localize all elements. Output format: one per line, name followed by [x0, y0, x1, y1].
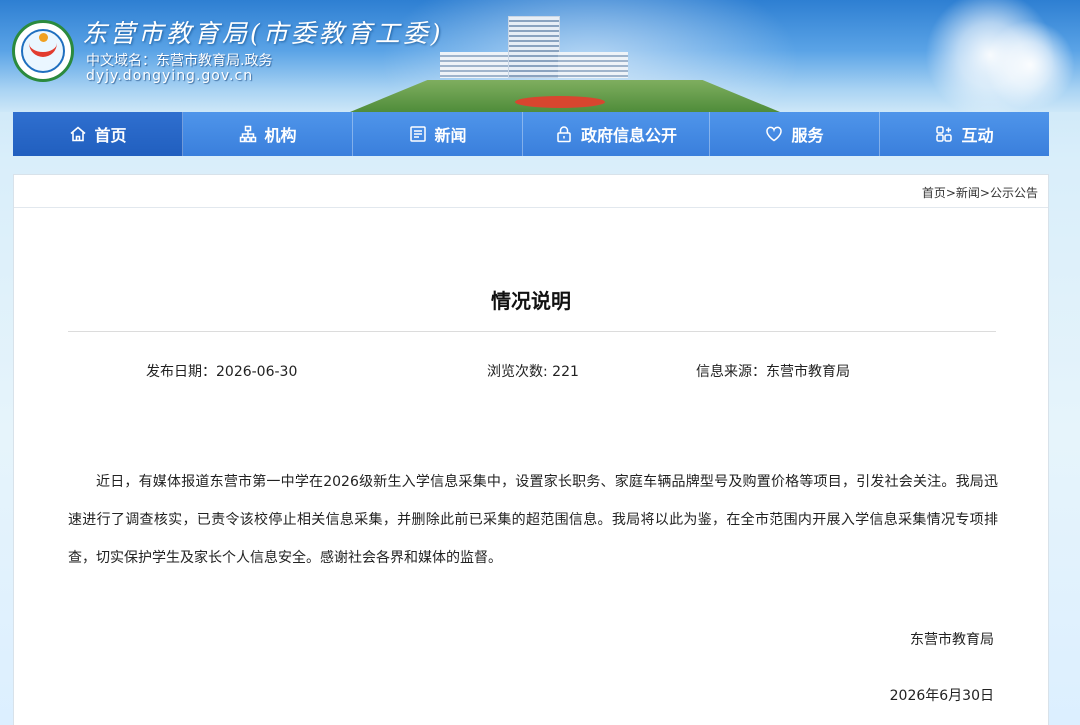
nav-item-service[interactable]: 服务	[710, 112, 880, 156]
nav-item-interaction[interactable]: 互动	[880, 112, 1049, 156]
logo-dot	[39, 33, 48, 42]
nav-label: 服务	[791, 126, 824, 145]
breadcrumb-separator: >	[945, 186, 956, 200]
nav-item-gov-info[interactable]: 政府信息公开	[523, 112, 710, 156]
view-count: 浏览次数: 221	[487, 364, 579, 380]
breadcrumb-separator: >	[979, 186, 990, 200]
title-divider	[68, 331, 996, 332]
lock-icon	[555, 125, 573, 143]
nav-label: 互动	[961, 126, 994, 145]
signature-organization: 东营市教育局	[910, 632, 994, 648]
home-icon	[69, 125, 87, 143]
breadcrumb-news[interactable]: 新闻	[956, 186, 980, 200]
interaction-icon	[935, 125, 953, 143]
site-title[interactable]: 东营市教育局(市委教育工委)	[82, 14, 444, 50]
nav-label: 首页	[94, 126, 127, 145]
article-title: 情况说明	[491, 289, 571, 313]
building-wing-left	[440, 52, 510, 78]
government-building	[508, 16, 560, 78]
nav-item-news[interactable]: 新闻	[353, 112, 524, 156]
english-domain: dyjy.dongying.gov.cn	[86, 68, 254, 84]
heart-icon	[765, 125, 783, 143]
signature-date: 2026年6月30日	[889, 688, 994, 704]
breadcrumb-divider	[14, 207, 1048, 208]
publish-date: 发布日期：2026-06-30	[146, 364, 298, 380]
building-wing-right	[558, 52, 628, 78]
plaza-fountain	[515, 96, 605, 108]
news-icon	[409, 125, 427, 143]
org-chart-icon	[239, 125, 257, 143]
info-source: 信息来源：东营市教育局	[696, 364, 850, 380]
nav-item-organization[interactable]: 机构	[183, 112, 354, 156]
nav-label: 政府信息公开	[581, 126, 678, 145]
chinese-domain: 中文域名：东营市教育局.政务	[86, 53, 273, 69]
dandelion-decoration	[985, 20, 1075, 110]
breadcrumb: 首页>新闻>公示公告	[922, 184, 1038, 201]
site-banner: 东营市教育局(市委教育工委) 中文域名：东营市教育局.政务 dyjy.dongy…	[0, 0, 1080, 112]
site-logo[interactable]	[12, 20, 74, 82]
breadcrumb-home[interactable]: 首页	[922, 186, 946, 200]
nav-label: 新闻	[434, 126, 467, 145]
breadcrumb-current[interactable]: 公示公告	[990, 186, 1038, 200]
article-body: 近日，有媒体报道东营市第一中学在2026级新生入学信息采集中，设置家长职务、家庭…	[68, 474, 998, 566]
nav-item-home[interactable]: 首页	[13, 112, 184, 156]
article-card: 首页>新闻>公示公告 情况说明 发布日期：2026-06-30 浏览次数: 22…	[13, 174, 1049, 725]
main-nav: 首页 机构 新闻 政府信息公开 服务 互动	[13, 112, 1049, 156]
nav-label: 机构	[264, 126, 297, 145]
